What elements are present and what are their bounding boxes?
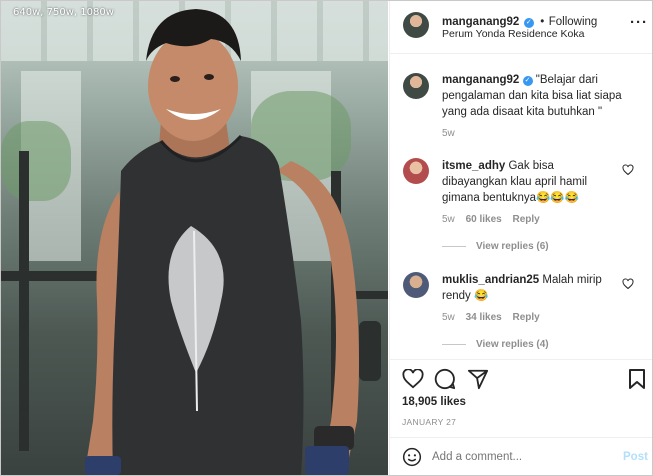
like-heart-icon[interactable] [402, 369, 424, 389]
comment-reply-button[interactable]: Reply [513, 214, 540, 225]
verified-badge-icon: ✓ [523, 18, 534, 28]
commenter-avatar[interactable] [403, 272, 429, 298]
caption-avatar[interactable] [403, 73, 429, 99]
save-bookmark-icon[interactable] [628, 368, 646, 390]
person-illustration [85, 9, 359, 475]
verified-badge-icon: ✓ [522, 76, 533, 86]
post-location[interactable]: Perum Yonda Residence Koka [442, 28, 584, 40]
comment-likes[interactable]: 60 likes [466, 214, 502, 225]
comment-meta: 5w 34 likes Reply [442, 312, 540, 323]
post-date[interactable]: JANUARY 27 [402, 417, 456, 427]
post-side-panel: manganang92 ✓ • Following Perum Yonda Re… [389, 1, 652, 475]
comment-like-heart-icon[interactable] [622, 278, 634, 290]
post-comment-button[interactable]: Post [623, 451, 648, 463]
replies-divider-line [442, 343, 466, 345]
comment-text: itsme_adhy Gak bisa dibayangkan klau apr… [442, 158, 627, 206]
comment-time[interactable]: 5w [442, 312, 455, 323]
like-count[interactable]: 18,905 likes [402, 396, 466, 408]
caption-line-2: pengalaman dan kita bisa liat siapa [442, 90, 622, 102]
instagram-post-modal: 640w, 750w, 1080w manganang92 ✓ • Follow… [0, 0, 653, 476]
comment-line-1: Gak bisa [508, 160, 554, 172]
caption-line-1: "Belajar dari [535, 74, 598, 86]
author-avatar[interactable] [403, 12, 429, 38]
comment-line-2: dibayangkan klau april hamil [442, 176, 588, 188]
following-button[interactable]: Following [549, 16, 598, 28]
comment-line-1: Malah mirip [542, 274, 602, 286]
post-photo[interactable]: 640w, 750w, 1080w [1, 1, 388, 475]
share-plane-icon[interactable] [467, 368, 489, 390]
comment-username[interactable]: itsme_adhy [442, 160, 505, 172]
comment-reply-button[interactable]: Reply [513, 312, 540, 323]
comment-bubble-icon[interactable] [434, 368, 456, 390]
more-options-icon[interactable]: ··· [630, 14, 648, 31]
view-replies-label: View replies (4) [476, 339, 549, 350]
caption-text: manganang92 ✓ "Belajar dari pengalaman d… [442, 72, 647, 120]
comment-text: muklis_andrian25 Malah mirip rendy 😂 [442, 272, 627, 304]
comment-line-3: gimana bentuknya😂😂😂 [442, 192, 579, 204]
comment-likes[interactable]: 34 likes [466, 312, 502, 323]
follow-separator: • [540, 16, 545, 28]
comment-time[interactable]: 5w [442, 214, 455, 225]
author-username[interactable]: manganang92 [442, 16, 519, 28]
add-comment-bar: Post [390, 437, 652, 475]
caption-time[interactable]: 5w [442, 128, 455, 139]
actions-divider [390, 359, 652, 360]
comment-username[interactable]: muklis_andrian25 [442, 274, 539, 286]
image-size-label: 640w, 750w, 1080w [13, 7, 114, 18]
caption-line-3: yang ada disaat kita butuhkan " [442, 106, 603, 118]
view-replies-button[interactable]: View replies (4) [442, 339, 549, 350]
comment-like-heart-icon[interactable] [622, 164, 634, 176]
view-replies-label: View replies (6) [476, 241, 549, 252]
post-header: manganang92 ✓ • Following Perum Yonda Re… [390, 1, 652, 54]
view-replies-button[interactable]: View replies (6) [442, 241, 549, 252]
add-comment-input[interactable] [432, 447, 602, 467]
comment-meta: 5w 60 likes Reply [442, 214, 540, 225]
replies-divider-line [442, 245, 466, 247]
commenter-avatar[interactable] [403, 158, 429, 184]
caption-username[interactable]: manganang92 [442, 74, 519, 86]
emoji-icon[interactable] [402, 447, 422, 467]
comment-line-2: rendy 😂 [442, 290, 489, 302]
